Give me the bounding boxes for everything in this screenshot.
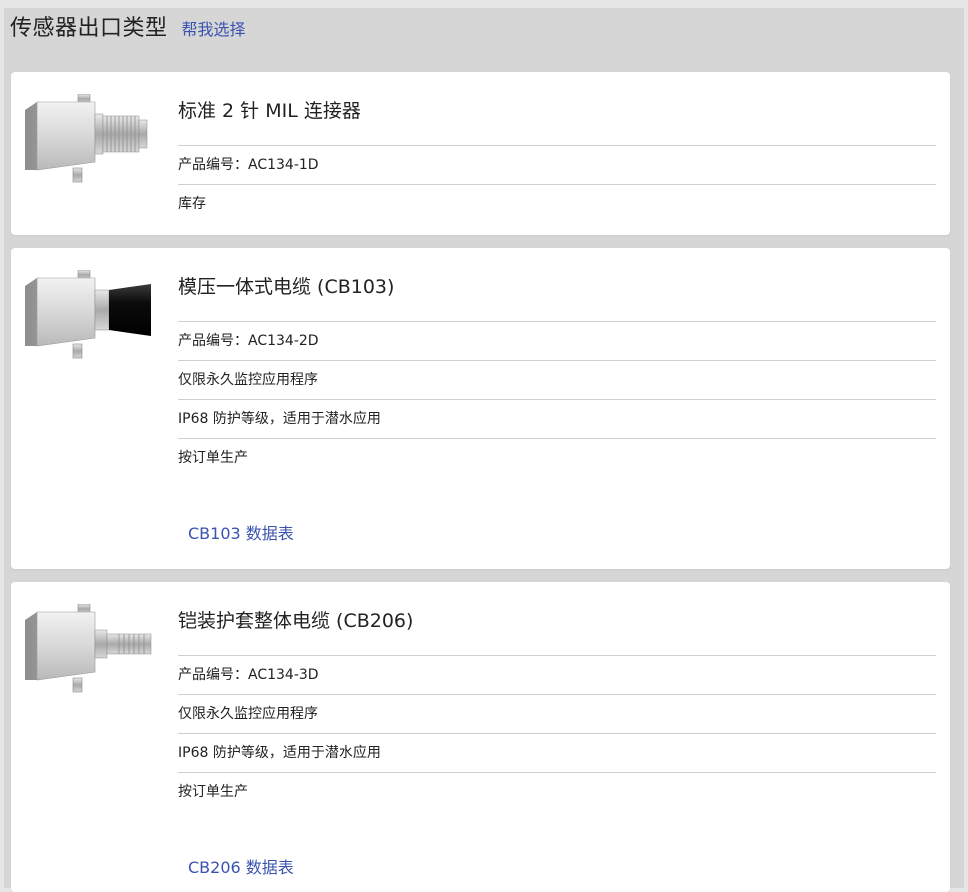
product-card-mil[interactable]: 标准 2 针 MIL 连接器 产品编号：AC134-1D 库存	[11, 72, 950, 235]
product-note: IP68 防护等级，适用于潜水应用	[178, 400, 936, 439]
product-note: 按订单生产	[178, 784, 248, 800]
sensor-mil-connector-icon	[25, 94, 148, 183]
product-title: 模压一体式电缆 (CB103)	[178, 248, 936, 322]
product-part-number: 产品编号：AC134-1D	[178, 146, 936, 185]
help-me-choose-link[interactable]: 帮我选择	[182, 16, 246, 40]
product-note: 仅限永久监控应用程序	[178, 695, 936, 734]
product-details: 模压一体式电缆 (CB103) 产品编号：AC134-2D 仅限永久监控应用程序…	[178, 248, 936, 477]
sensor-armored-cable-icon	[25, 604, 152, 693]
section-header: 传感器出口类型 帮我选择	[10, 10, 246, 50]
product-part-number: 产品编号：AC134-3D	[178, 656, 936, 695]
product-title: 标准 2 针 MIL 连接器	[178, 72, 936, 146]
product-card-cb103[interactable]: 模压一体式电缆 (CB103) 产品编号：AC134-2D 仅限永久监控应用程序…	[11, 248, 950, 569]
product-note: 按订单生产	[178, 450, 248, 466]
product-details: 铠装护套整体电缆 (CB206) 产品编号：AC134-3D 仅限永久监控应用程…	[178, 582, 936, 811]
product-note: IP68 防护等级，适用于潜水应用	[178, 734, 936, 773]
sensor-molded-cable-icon	[25, 270, 151, 359]
product-note: 仅限永久监控应用程序	[178, 361, 936, 400]
datasheet-link-cb103[interactable]: CB103 数据表	[188, 520, 294, 544]
product-part-number: 产品编号：AC134-2D	[178, 322, 936, 361]
product-title: 铠装护套整体电缆 (CB206)	[178, 582, 936, 656]
datasheet-link-cb206[interactable]: CB206 数据表	[188, 854, 294, 878]
product-note: 库存	[178, 196, 206, 212]
product-card-cb206[interactable]: 铠装护套整体电缆 (CB206) 产品编号：AC134-3D 仅限永久监控应用程…	[11, 582, 950, 892]
section-title: 传感器出口类型	[10, 16, 168, 41]
product-details: 标准 2 针 MIL 连接器 产品编号：AC134-1D 库存	[178, 72, 936, 223]
